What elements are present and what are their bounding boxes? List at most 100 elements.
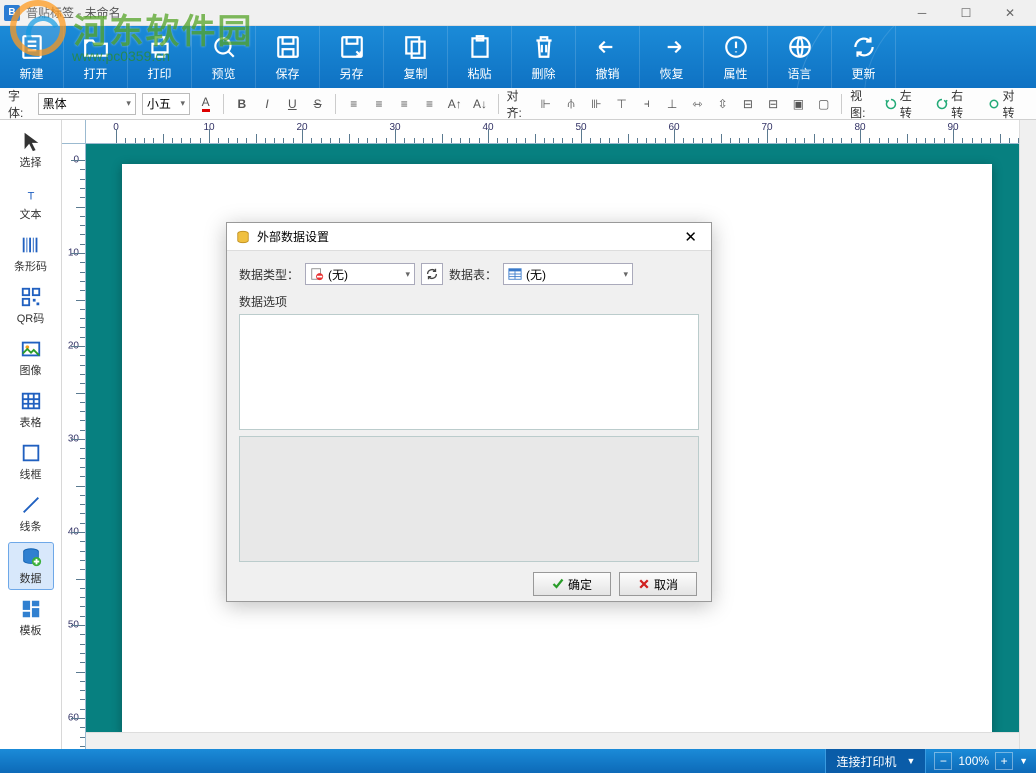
bring-front-button[interactable]: ▣ xyxy=(789,93,808,115)
distribute-v-button[interactable]: ⇳ xyxy=(713,93,732,115)
obj-align-vcenter-button[interactable]: ⫞ xyxy=(637,93,656,115)
update-button[interactable]: 更新 xyxy=(832,26,896,88)
font-color-button[interactable]: A xyxy=(196,93,215,115)
data-type-label: 数据类型： xyxy=(239,266,299,283)
obj-align-bottom-button[interactable]: ⊥ xyxy=(662,93,681,115)
underline-button[interactable]: U xyxy=(283,93,302,115)
italic-button[interactable]: I xyxy=(257,93,276,115)
zoom-dropdown-icon[interactable]: ▼ xyxy=(1019,756,1028,766)
align-right-button[interactable]: ≡ xyxy=(395,93,414,115)
view-label: 视图: xyxy=(850,87,874,121)
frame-icon xyxy=(18,442,44,464)
align-justify-button[interactable]: ≡ xyxy=(420,93,439,115)
ruler-corner xyxy=(62,120,86,144)
external-data-dialog: 外部数据设置 ✕ 数据类型： (无) 数据表： (无) 数据选项 确定 取消 xyxy=(226,222,712,602)
new-icon xyxy=(18,33,46,61)
data-table-combo[interactable]: (无) xyxy=(503,263,633,285)
tool-select[interactable]: 选择 xyxy=(8,126,54,174)
save-button[interactable]: 保存 xyxy=(256,26,320,88)
zoom-in-button[interactable]: + xyxy=(995,752,1013,770)
align-vtop-button[interactable]: A↑ xyxy=(445,93,464,115)
table-icon xyxy=(18,390,44,412)
minimize-button[interactable]: ─ xyxy=(900,0,944,26)
scrollbar-vertical[interactable] xyxy=(1019,120,1036,749)
app-icon: B xyxy=(4,5,20,21)
rotate-left-button[interactable]: 左转 xyxy=(880,93,925,115)
align-vbottom-button[interactable]: A↓ xyxy=(470,93,489,115)
obj-align-hcenter-button[interactable]: ⫛ xyxy=(561,93,580,115)
printer-connection-button[interactable]: 连接打印机▼ xyxy=(825,749,926,773)
dialog-titlebar[interactable]: 外部数据设置 ✕ xyxy=(227,223,711,251)
align-left-button[interactable]: ≡ xyxy=(344,93,363,115)
redo-button[interactable]: 恢复 xyxy=(640,26,704,88)
data-table-label: 数据表： xyxy=(449,266,497,283)
data-type-combo[interactable]: (无) xyxy=(305,263,415,285)
tool-barcode[interactable]: 条形码 xyxy=(8,230,54,278)
rotate-180-button[interactable]: 对转 xyxy=(983,93,1028,115)
obj-align-top-button[interactable]: ⊤ xyxy=(612,93,631,115)
cancel-button[interactable]: 取消 xyxy=(619,572,697,596)
tool-template[interactable]: 模板 xyxy=(8,594,54,642)
tool-sidebar: 选择T文本条形码QR码图像表格线框线条数据模板 xyxy=(0,120,62,749)
text-icon: T xyxy=(18,182,44,204)
print-button[interactable]: 打印 xyxy=(128,26,192,88)
template-icon xyxy=(18,598,44,620)
align-label: 对齐: xyxy=(507,87,531,121)
tool-qrcode[interactable]: QR码 xyxy=(8,282,54,330)
copy-icon xyxy=(402,33,430,61)
open-button[interactable]: 打开 xyxy=(64,26,128,88)
save-icon xyxy=(274,33,302,61)
print-icon xyxy=(146,33,174,61)
tool-frame[interactable]: 线框 xyxy=(8,438,54,486)
ruler-vertical: 0102030405060 xyxy=(62,144,86,749)
select-icon xyxy=(18,130,44,152)
delete-button[interactable]: 删除 xyxy=(512,26,576,88)
font-size-combo[interactable]: 小五 xyxy=(142,93,190,115)
zoom-out-button[interactable]: − xyxy=(934,752,952,770)
data-preview-box xyxy=(239,436,699,562)
undo-button[interactable]: 撤销 xyxy=(576,26,640,88)
copy-button[interactable]: 复制 xyxy=(384,26,448,88)
update-icon xyxy=(850,33,878,61)
rotate-right-button[interactable]: 右转 xyxy=(931,93,976,115)
preview-button[interactable]: 预览 xyxy=(192,26,256,88)
tool-table[interactable]: 表格 xyxy=(8,386,54,434)
strike-button[interactable]: S xyxy=(308,93,327,115)
preview-icon xyxy=(210,33,238,61)
tool-image[interactable]: 图像 xyxy=(8,334,54,382)
zoom-controls: − 100% + ▼ xyxy=(926,749,1036,773)
bold-button[interactable]: B xyxy=(232,93,251,115)
data-icon xyxy=(18,546,44,568)
tool-line[interactable]: 线条 xyxy=(8,490,54,538)
database-icon xyxy=(235,229,251,245)
obj-align-left-button[interactable]: ⊩ xyxy=(536,93,555,115)
ok-button[interactable]: 确定 xyxy=(533,572,611,596)
align-center-button[interactable]: ≡ xyxy=(369,93,388,115)
new-button[interactable]: 新建 xyxy=(0,26,64,88)
language-button[interactable]: 语言 xyxy=(768,26,832,88)
send-back-button[interactable]: ▢ xyxy=(814,93,833,115)
distribute-h-button[interactable]: ⇿ xyxy=(688,93,707,115)
obj-align-right-button[interactable]: ⊪ xyxy=(587,93,606,115)
properties-button[interactable]: 属性 xyxy=(704,26,768,88)
window-title: 普贴标签 - 未命名 xyxy=(26,4,121,21)
saveas-icon xyxy=(338,33,366,61)
paste-button[interactable]: 粘贴 xyxy=(448,26,512,88)
tool-text[interactable]: T文本 xyxy=(8,178,54,226)
saveas-button[interactable]: 另存 xyxy=(320,26,384,88)
scrollbar-horizontal[interactable] xyxy=(86,732,1019,749)
same-height-button[interactable]: ⊟ xyxy=(764,93,783,115)
data-options-label: 数据选项 xyxy=(239,293,699,310)
format-toolbar: 字体: 黑体 小五 A B I U S ≡ ≡ ≡ ≡ A↑ A↓ 对齐: ⊩ … xyxy=(0,88,1036,120)
dialog-close-button[interactable]: ✕ xyxy=(678,228,703,246)
refresh-button[interactable] xyxy=(421,263,443,285)
font-family-combo[interactable]: 黑体 xyxy=(38,93,136,115)
close-button[interactable]: ✕ xyxy=(988,0,1032,26)
maximize-button[interactable]: ☐ xyxy=(944,0,988,26)
redo-icon xyxy=(658,33,686,61)
tool-data[interactable]: 数据 xyxy=(8,542,54,590)
same-width-button[interactable]: ⊟ xyxy=(738,93,757,115)
undo-icon xyxy=(594,33,622,61)
titlebar: B 普贴标签 - 未命名 ─ ☐ ✕ xyxy=(0,0,1036,26)
open-icon xyxy=(82,33,110,61)
